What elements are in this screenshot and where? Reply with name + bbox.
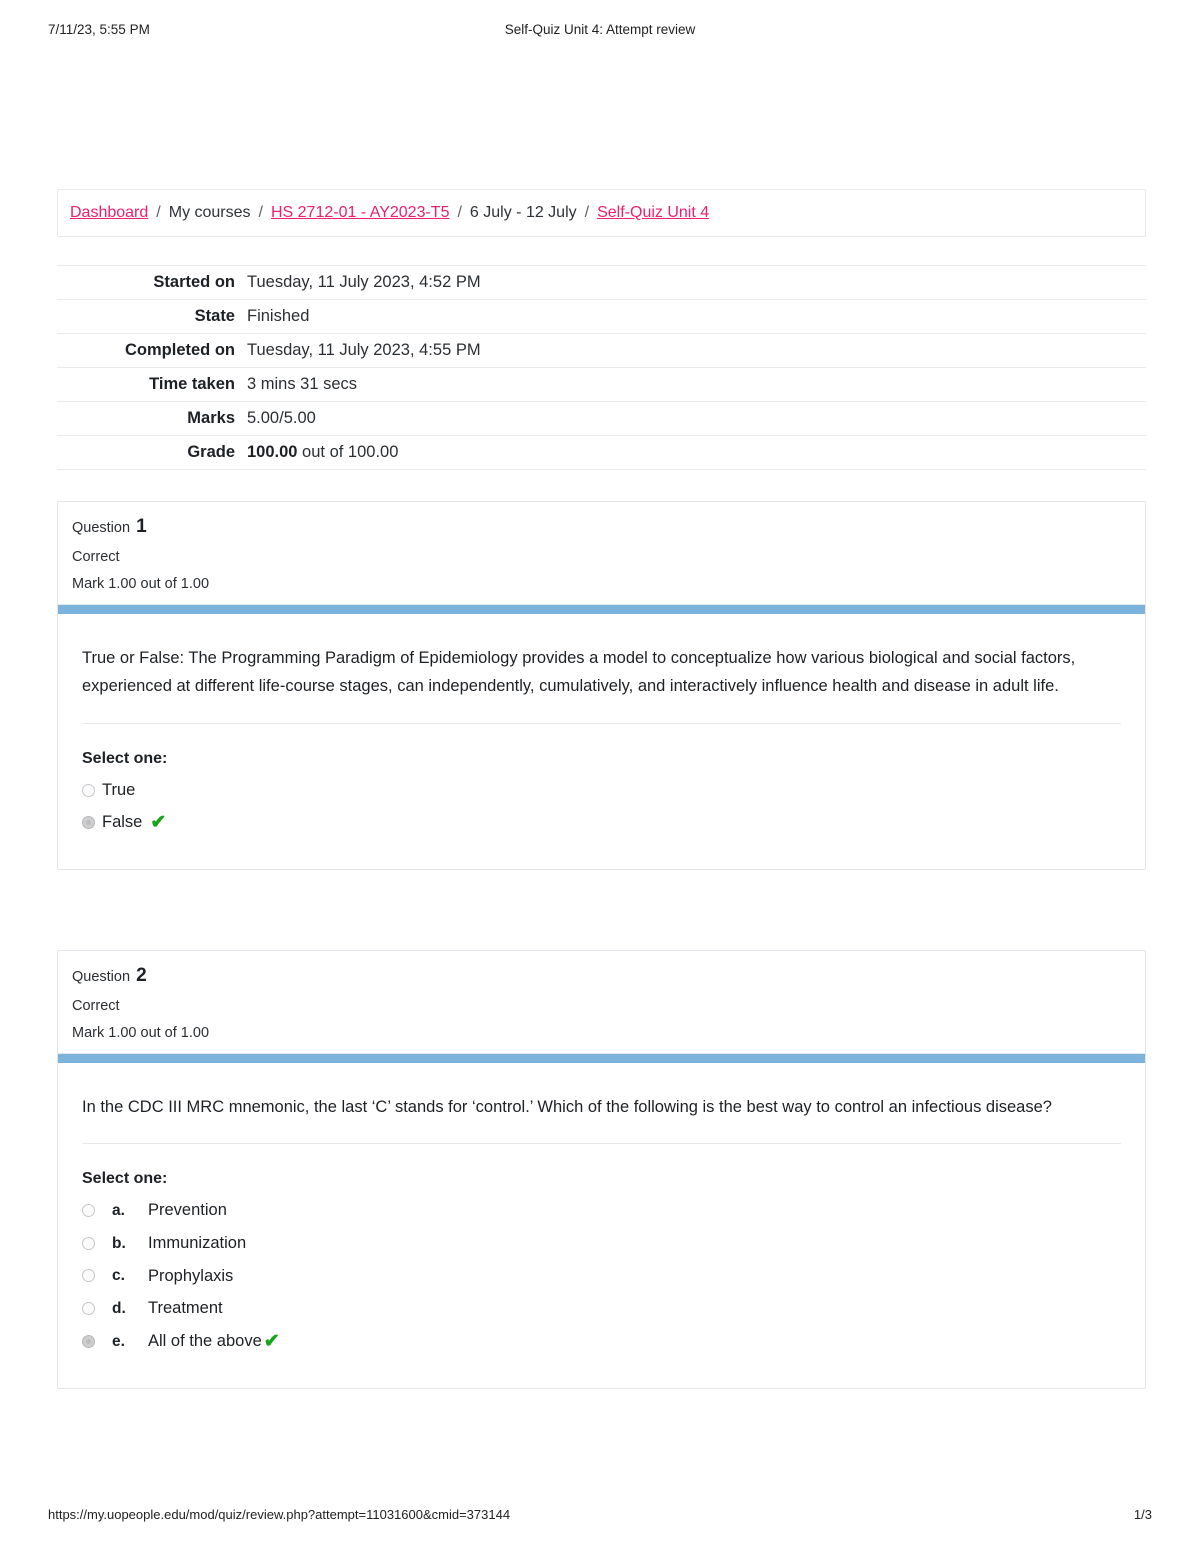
answer-option-text: Treatment — [148, 1299, 223, 1318]
question-accent-bar — [58, 1053, 1145, 1063]
question-card: Question 1 Correct Mark 1.00 out of 1.00 Tr… — [57, 501, 1146, 870]
answer-option[interactable]: c. Prophylaxis — [82, 1260, 1121, 1293]
print-footer: https://my.uopeople.edu/mod/quiz/review.… — [48, 1507, 1152, 1525]
answer-option-text: All of the above — [148, 1331, 262, 1350]
answer-option-letter: b. — [112, 1234, 126, 1252]
summary-value: 5.00/5.00 — [247, 409, 316, 427]
summary-label: Grade — [187, 443, 235, 461]
summary-value: Tuesday, 11 July 2023, 4:52 PM — [247, 273, 481, 291]
question-text: True or False: The Programming Paradigm … — [82, 649, 1076, 696]
radio-unselected-icon[interactable] — [82, 1269, 95, 1283]
breadcrumb-item-self-quiz-unit-4[interactable]: Self-Quiz Unit 4 — [597, 204, 709, 222]
summary-row: Marks 5.00/5.00 — [57, 402, 1146, 436]
select-one-label: Select one: — [82, 749, 168, 767]
answer-option-letter: e. — [112, 1332, 125, 1350]
breadcrumb-item-hs-2712-01-ay2023-t5[interactable]: HS 2712-01 - AY2023-T5 — [271, 204, 449, 222]
summary-row: Completed on Tuesday, 11 July 2023, 4:55 … — [57, 334, 1146, 368]
summary-label: Completed on — [125, 341, 235, 359]
correct-check-icon: ✔ — [263, 1330, 280, 1352]
question-state: Correct — [72, 549, 120, 565]
question-number: Question 1 — [72, 516, 1131, 538]
radio-selected-icon[interactable] — [82, 816, 95, 830]
question-number-label: Question — [72, 520, 131, 536]
answer-option-text: False — [102, 813, 143, 832]
answer-options: True False ✔ — [82, 774, 1121, 839]
summary-label: Marks — [187, 409, 235, 427]
answer-option[interactable]: e. All of the above ✔ — [82, 1325, 1121, 1358]
answer-option[interactable]: b. Immunization — [82, 1227, 1121, 1260]
answer-option-text: Prophylaxis — [148, 1266, 234, 1285]
question-mark: Mark 1.00 out of 1.00 — [72, 576, 210, 592]
breadcrumb-separator: / — [156, 204, 161, 221]
summary-row: Time taken 3 mins 31 secs — [57, 368, 1146, 402]
question-number: Question 2 — [72, 965, 1131, 987]
summary-value: Finished — [247, 307, 310, 325]
answer-option-text: True — [102, 780, 136, 799]
question-number-label: Question — [72, 969, 131, 985]
summary-row: Started on Tuesday, 11 July 2023, 4:52 PM — [57, 265, 1146, 300]
answer-option-text: Immunization — [148, 1234, 247, 1252]
radio-unselected-icon[interactable] — [82, 1302, 95, 1316]
question-accent-bar — [58, 604, 1145, 614]
question-mark: Mark 1.00 out of 1.00 — [72, 1025, 210, 1041]
answer-option-letter: c. — [112, 1267, 125, 1285]
print-footer-url: https://my.uopeople.edu/mod/quiz/review.… — [48, 1507, 511, 1522]
summary-row: State Finished — [57, 300, 1146, 334]
answer-options: a. Prevention b. Immunization c. Prophylaxis d… — [82, 1194, 1121, 1357]
answer-option-text: Prevention — [148, 1201, 227, 1220]
answer-option-letter: a. — [112, 1202, 125, 1219]
print-footer-pagenum: 1/3 — [1133, 1507, 1152, 1522]
summary-value: Tuesday, 11 July 2023, 4:55 PM — [247, 341, 481, 359]
select-one-label: Select one: — [82, 1170, 168, 1188]
summary-row: Grade 100.00 out of 100.00 — [57, 436, 1146, 470]
breadcrumb-separator: / — [584, 204, 590, 221]
page-content: Dashboard / My courses / HS 2712-01 - AY2023… — [57, 0, 1146, 1389]
question-divider — [82, 1143, 1121, 1145]
summary-value: 100.00 out of 100.00 — [247, 436, 1146, 470]
radio-unselected-icon[interactable] — [82, 783, 95, 797]
radio-selected-icon[interactable] — [82, 1334, 95, 1348]
summary-label: State — [194, 307, 235, 325]
attempt-summary-table: Started on Tuesday, 11 July 2023, 4:52 PM… — [57, 265, 1146, 470]
question-state: Correct — [72, 998, 120, 1014]
radio-unselected-icon[interactable] — [82, 1204, 95, 1218]
summary-value-bold: 100.00 — [247, 443, 298, 461]
question-body: True or False: The Programming Paradigm … — [58, 614, 1145, 869]
summary-label: Time taken — [149, 375, 235, 393]
breadcrumb-item-dashboard[interactable]: Dashboard — [70, 204, 148, 222]
summary-label: Started on — [153, 273, 235, 291]
question-info: Question 1 Correct Mark 1.00 out of 1.00 — [58, 502, 1145, 604]
answer-option-letter: d. — [112, 1299, 126, 1317]
answer-option[interactable]: True — [82, 774, 1121, 807]
correct-check-icon: ✔ — [150, 812, 167, 834]
summary-value: 3 mins 31 secs — [247, 375, 358, 393]
question-body: In the CDC III MRC mnemonic, the last ‘C… — [58, 1063, 1145, 1388]
question-divider — [82, 722, 1121, 724]
question-card: Question 2 Correct Mark 1.00 out of 1.00 In… — [57, 950, 1146, 1389]
breadcrumb: Dashboard / My courses / HS 2712-01 - AY2023… — [57, 189, 1146, 237]
radio-unselected-icon[interactable] — [82, 1236, 95, 1250]
breadcrumb-item-6-july-12-july: 6 July - 12 July — [469, 204, 577, 221]
question-text: In the CDC III MRC mnemonic, the last ‘C… — [82, 1098, 1052, 1116]
answer-option[interactable]: d. Treatment — [82, 1292, 1121, 1325]
question-number-value: 1 — [136, 516, 147, 537]
answer-option[interactable]: a. Prevention — [82, 1194, 1121, 1227]
breadcrumb-separator: / — [258, 204, 263, 221]
questions-container: Question 1 Correct Mark 1.00 out of 1.00 Tr… — [57, 501, 1146, 1389]
question-number-value: 2 — [136, 965, 147, 986]
summary-value-rest: out of 100.00 — [297, 443, 399, 461]
answer-option[interactable]: False ✔ — [82, 806, 1121, 839]
question-info: Question 2 Correct Mark 1.00 out of 1.00 — [58, 951, 1145, 1053]
breadcrumb-item-my-courses: My courses — [168, 204, 251, 221]
breadcrumb-separator: / — [457, 204, 462, 221]
